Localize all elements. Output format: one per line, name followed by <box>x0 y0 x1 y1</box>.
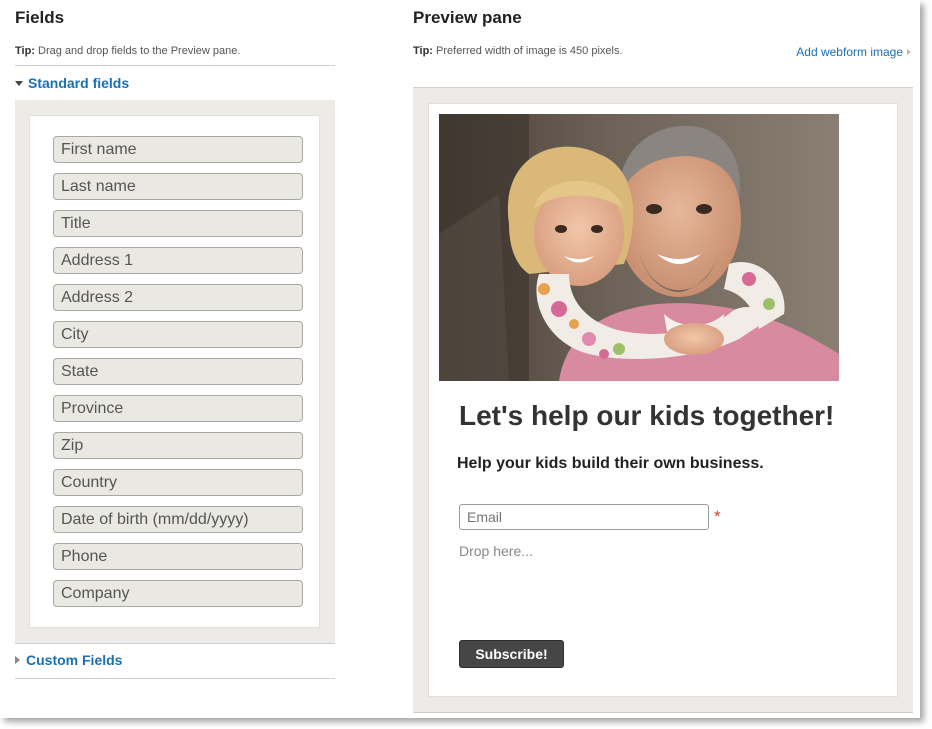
divider <box>15 65 335 66</box>
fields-tip: Tip: Drag and drop fields to the Preview… <box>15 45 240 57</box>
form-headline: Let's help our kids together! <box>459 400 835 431</box>
standard-fields-toggle[interactable]: Standard fields <box>15 75 129 91</box>
field-city[interactable]: City <box>53 321 303 348</box>
field-address-2[interactable]: Address 2 <box>53 284 303 311</box>
field-province[interactable]: Province <box>53 395 303 422</box>
standard-fields-list: First name Last name Title Address 1 Add… <box>29 115 320 628</box>
field-date-of-birth[interactable]: Date of birth (mm/dd/yyyy) <box>53 506 303 533</box>
preview-tip-label: Tip: <box>413 45 433 57</box>
webform-editor: Fields Tip: Drag and drop fields to the … <box>0 0 920 718</box>
preview-well: Let's help our kids together! Help your … <box>413 87 913 713</box>
field-zip[interactable]: Zip <box>53 432 303 459</box>
chevron-right-icon <box>907 49 911 55</box>
field-state[interactable]: State <box>53 358 303 385</box>
add-webform-image-label: Add webform image <box>796 45 903 59</box>
webform-photo <box>439 114 839 381</box>
add-webform-image-link[interactable]: Add webform image <box>796 45 911 59</box>
field-phone[interactable]: Phone <box>53 543 303 570</box>
field-company[interactable]: Company <box>53 580 303 607</box>
divider <box>15 643 335 644</box>
divider <box>15 678 335 679</box>
custom-fields-toggle[interactable]: Custom Fields <box>15 652 122 668</box>
fields-tip-text: Drag and drop fields to the Preview pane… <box>38 45 241 57</box>
preview-tip: Tip: Preferred width of image is 450 pix… <box>413 45 623 57</box>
preview-tip-text: Preferred width of image is 450 pixels. <box>436 45 623 57</box>
custom-fields-label: Custom Fields <box>26 652 123 668</box>
caret-right-icon <box>15 656 20 664</box>
subscribe-button[interactable]: Subscribe! <box>459 640 564 668</box>
preview-title: Preview pane <box>413 8 522 27</box>
form-subheadline: Help your kids build their own business. <box>457 455 764 472</box>
webform-image[interactable] <box>439 114 839 381</box>
field-last-name[interactable]: Last name <box>53 173 303 200</box>
fields-tip-label: Tip: <box>15 45 35 57</box>
fields-title: Fields <box>15 8 65 27</box>
standard-fields-label: Standard fields <box>28 75 130 91</box>
field-title[interactable]: Title <box>53 210 303 237</box>
standard-fields-well: First name Last name Title Address 1 Add… <box>15 100 335 643</box>
field-address-1[interactable]: Address 1 <box>53 247 303 274</box>
required-marker: * <box>714 507 721 526</box>
drop-zone[interactable]: Drop here... <box>459 543 533 559</box>
field-first-name[interactable]: First name <box>53 136 303 163</box>
email-field[interactable] <box>459 504 709 530</box>
caret-down-icon <box>15 80 23 86</box>
field-country[interactable]: Country <box>53 469 303 496</box>
webform-preview: Let's help our kids together! Help your … <box>428 103 898 697</box>
